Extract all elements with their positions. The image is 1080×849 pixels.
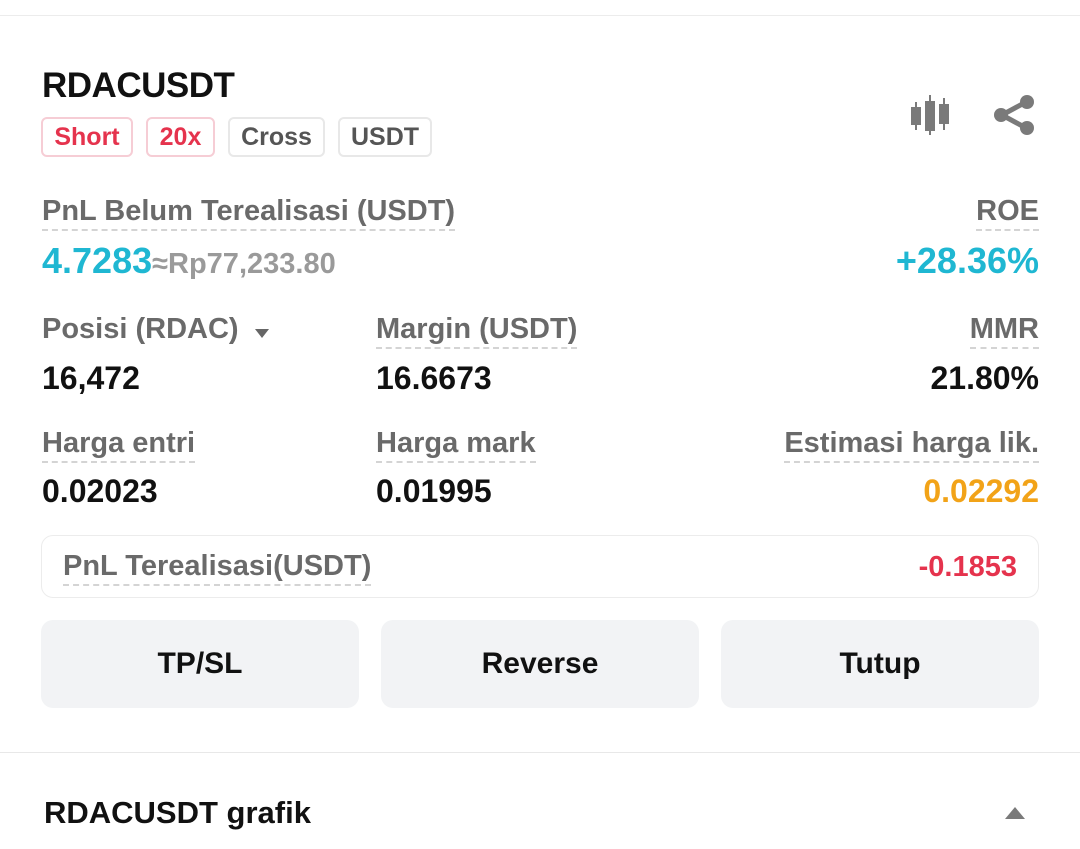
mmr-value: 21.80%	[930, 360, 1039, 396]
top-divider	[0, 15, 1080, 16]
reverse-button[interactable]: Reverse	[381, 620, 699, 708]
unrealized-pnl-row: 4.7283≈Rp77,233.80	[42, 240, 336, 282]
caret-down-icon	[254, 313, 269, 347]
candlestick-chart-icon[interactable]	[908, 92, 952, 138]
unrealized-pnl-fiat: ≈Rp77,233.80	[152, 248, 336, 280]
margin-value: 16.6673	[376, 360, 492, 396]
position-size-value: 16,472	[42, 360, 140, 396]
caret-up-icon[interactable]	[1004, 806, 1026, 820]
unrealized-pnl-value: 4.7283	[42, 240, 153, 281]
margin-mode-badge[interactable]: Cross	[228, 117, 325, 157]
margin-label[interactable]: Margin (USDT)	[376, 312, 578, 349]
entry-price-value: 0.02023	[42, 473, 158, 509]
side-badge: Short	[41, 117, 133, 157]
mmr-label[interactable]: MMR	[969, 312, 1039, 349]
roe-label[interactable]: ROE	[976, 194, 1039, 231]
realized-pnl-value: -0.1853	[918, 551, 1017, 583]
liq-price-label[interactable]: Estimasi harga lik.	[784, 426, 1039, 463]
section-divider	[0, 752, 1080, 753]
entry-price-label[interactable]: Harga entri	[42, 426, 196, 463]
position-size-label-wrap[interactable]: Posisi (RDAC)	[42, 312, 269, 348]
settle-currency-badge: USDT	[338, 117, 432, 157]
liq-price-value: 0.02292	[923, 473, 1039, 509]
mark-price-value: 0.01995	[376, 473, 492, 509]
roe-value: +28.36%	[895, 240, 1039, 281]
realized-pnl-label[interactable]: PnL Terealisasi(USDT)	[63, 549, 372, 586]
leverage-badge[interactable]: 20x	[146, 117, 215, 157]
position-symbol[interactable]: RDACUSDT	[42, 66, 235, 106]
chart-section-title[interactable]: RDACUSDT grafik	[44, 795, 311, 831]
unrealized-pnl-label[interactable]: PnL Belum Terealisasi (USDT)	[42, 194, 456, 231]
close-position-button[interactable]: Tutup	[721, 620, 1039, 708]
tpsl-button[interactable]: TP/SL	[41, 620, 359, 708]
position-size-label: Posisi (RDAC)	[42, 313, 239, 345]
mark-price-label[interactable]: Harga mark	[376, 426, 536, 463]
share-icon[interactable]	[992, 94, 1036, 136]
